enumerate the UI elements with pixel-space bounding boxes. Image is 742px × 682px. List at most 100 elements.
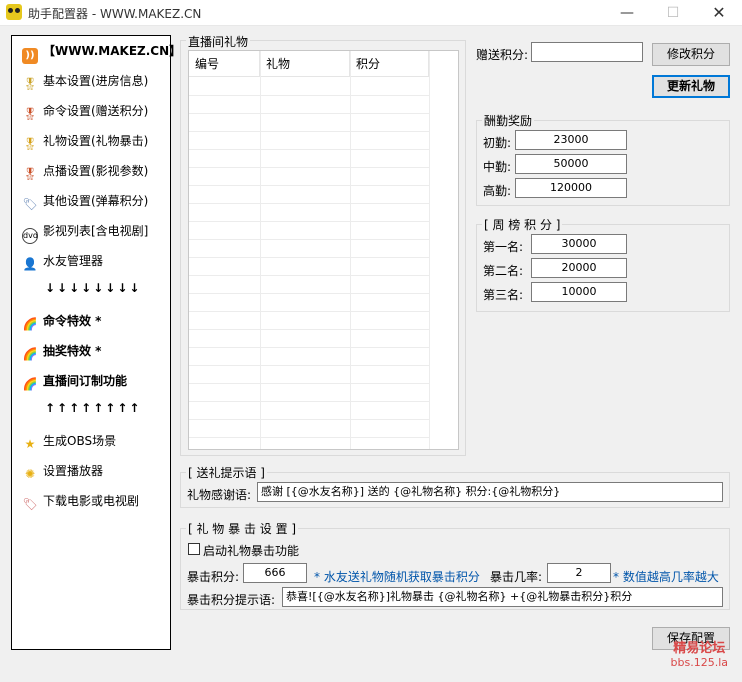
sidebar-item-custom-features[interactable]: 🌈 直播间订制功能: [22, 371, 128, 391]
grid-divider: [260, 51, 261, 449]
gift-list-title: 直播间礼物: [186, 33, 251, 50]
column-header-points[interactable]: 积分: [350, 51, 429, 77]
sidebar-item-gift[interactable]: 🎖 礼物设置(礼物暴击): [22, 131, 148, 151]
rank2-label: 第二名:: [483, 264, 524, 278]
crit-rate-label: 暴击几率:: [490, 570, 543, 584]
rainbow-icon: 🌈: [22, 347, 38, 361]
grid-row-line: [189, 275, 429, 276]
gift-points-input[interactable]: [531, 42, 643, 62]
maximize-button[interactable]: ☐: [650, 0, 696, 26]
star-icon: ★: [24, 437, 36, 451]
grid-row-line: [189, 401, 429, 402]
grid-row-line: [189, 293, 429, 294]
enable-crit-label: 启动礼物暴击功能: [203, 544, 300, 558]
rainbow-icon: 🌈: [22, 317, 38, 331]
grid-row-line: [189, 365, 429, 366]
window-title: 助手配置器 - WWW.MAKEZ.CN: [28, 7, 202, 21]
rainbow-icon: 🌈: [22, 377, 38, 391]
rewards-title: 酬勤奖励: [482, 112, 535, 129]
medal-icon: 🎖: [22, 167, 38, 181]
grid-row-line: [189, 419, 429, 420]
sidebar-item-video-list[interactable]: dvd 影视列表[含电视剧]: [22, 221, 148, 244]
reward-level1-label: 初勤:: [483, 136, 512, 150]
grid-divider: [350, 51, 351, 449]
crit-title: [ 礼 物 暴 击 设 置 ]: [186, 520, 299, 537]
gift-points-label: 赠送积分:: [476, 48, 529, 62]
crit-rate-hint: * 数值越高几率越大: [613, 570, 719, 584]
crit-points-hint: * 水友送礼物随机获取暴击积分: [314, 570, 480, 584]
rank3-input[interactable]: 10000: [531, 282, 627, 302]
sidebar-item-lottery-effects[interactable]: 🌈 抽奖特效 *: [22, 341, 102, 361]
rank3-label: 第三名:: [483, 288, 524, 302]
rank1-label: 第一名:: [483, 240, 524, 254]
grid-row-line: [189, 131, 429, 132]
grid-row-line: [189, 221, 429, 222]
update-gifts-button[interactable]: 更新礼物: [652, 75, 730, 98]
grid-row-line: [189, 95, 429, 96]
sidebar-item-user-manager[interactable]: 👤 水友管理器: [22, 251, 104, 271]
gift-list-table[interactable]: 编号 礼物 积分: [188, 50, 459, 450]
sidebar-menu: )) 【WWW.MAKEZ.CN】 🎖 基本设置(进房信息) 🎖 命令设置(赠送积分)…: [11, 35, 181, 650]
sidebar-item-download[interactable]: 🏷 下载电影或电视剧: [22, 491, 139, 511]
grid-row-line: [189, 311, 429, 312]
reward-level3-label: 高勤:: [483, 184, 512, 198]
app-icon: [6, 4, 22, 20]
minimize-button[interactable]: —: [604, 0, 650, 26]
sidebar-item-command[interactable]: 🎖 命令设置(赠送积分): [22, 101, 148, 121]
reward-level3-input[interactable]: 120000: [515, 178, 627, 198]
reward-level2-label: 中勤:: [483, 160, 512, 174]
rank1-input[interactable]: 30000: [531, 234, 627, 254]
sidebar-item-other[interactable]: 🏷 其他设置(弹幕积分): [22, 191, 148, 211]
sidebar-item-basic[interactable]: 🎖 基本设置(进房信息): [22, 71, 148, 91]
rank2-input[interactable]: 20000: [531, 258, 627, 278]
gift-list-header: 编号 礼物 积分: [189, 51, 429, 77]
column-header-gift[interactable]: 礼物: [260, 51, 350, 77]
grid-divider: [429, 51, 430, 449]
grid-row-line: [189, 149, 429, 150]
medal-icon: 🎖: [22, 77, 38, 91]
grid-row-line: [189, 437, 429, 438]
enable-crit-checkbox[interactable]: [188, 543, 200, 555]
tag-icon: 🏷: [22, 497, 38, 511]
column-header-id[interactable]: 编号: [189, 51, 260, 77]
watermark-line1: 精易论坛: [673, 641, 726, 656]
user-icon: 👤: [22, 257, 38, 271]
title-bar: 助手配置器 - WWW.MAKEZ.CN — ☐ ✕: [0, 0, 742, 26]
down-arrows: ↓↓↓↓↓↓↓↓: [45, 281, 142, 295]
sidebar-item-obs-scene[interactable]: ★ 生成OBS场景: [22, 431, 116, 451]
weekly-rank-title: [ 周 榜 积 分 ]: [482, 216, 563, 233]
sparkle-icon: ✺: [24, 467, 36, 481]
crit-points-input[interactable]: 666: [243, 563, 307, 583]
medal-icon: 🎖: [22, 107, 38, 121]
reward-level1-input[interactable]: 23000: [515, 130, 627, 150]
thanks-title: [ 送礼提示语 ]: [186, 464, 267, 481]
medal-icon: 🎖: [22, 137, 38, 151]
grid-row-line: [189, 383, 429, 384]
sidebar-item-vod[interactable]: 🎖 点播设置(影视参数): [22, 161, 148, 181]
forum-watermark: 精易论坛 bbs.125.la: [671, 642, 728, 670]
crit-prompt-label: 暴击积分提示语:: [187, 593, 276, 607]
thanks-message-input[interactable]: 感谢 [{@水友名称}] 送的 {@礼物名称} 积分:{@礼物积分}: [257, 482, 723, 502]
close-button[interactable]: ✕: [696, 0, 742, 26]
sidebar-item-player[interactable]: ✺ 设置播放器: [22, 461, 103, 481]
up-arrows: ↑↑↑↑↑↑↑↑: [45, 401, 142, 415]
sidebar-item-website[interactable]: )) 【WWW.MAKEZ.CN】: [22, 41, 181, 64]
reward-level2-input[interactable]: 50000: [515, 154, 627, 174]
crit-points-label: 暴击积分:: [187, 570, 240, 584]
rss-icon: )): [22, 48, 38, 64]
grid-row-line: [189, 347, 429, 348]
grid-row-line: [189, 113, 429, 114]
thanks-label: 礼物感谢语:: [187, 488, 252, 502]
sidebar-item-command-effects[interactable]: 🌈 命令特效 *: [22, 311, 102, 331]
grid-row-line: [189, 185, 429, 186]
modify-points-button[interactable]: 修改积分: [652, 43, 730, 66]
dvd-icon: dvd: [22, 228, 38, 244]
grid-row-line: [189, 257, 429, 258]
grid-row-line: [189, 239, 429, 240]
watermark-line2: bbs.125.la: [670, 656, 728, 669]
tag-icon: 🏷: [22, 197, 38, 211]
grid-row-line: [189, 203, 429, 204]
grid-row-line: [189, 329, 429, 330]
crit-prompt-input[interactable]: 恭喜![{@水友名称}]礼物暴击 {@礼物名称} +{@礼物暴击积分}积分: [282, 587, 723, 607]
crit-rate-input[interactable]: 2: [547, 563, 611, 583]
